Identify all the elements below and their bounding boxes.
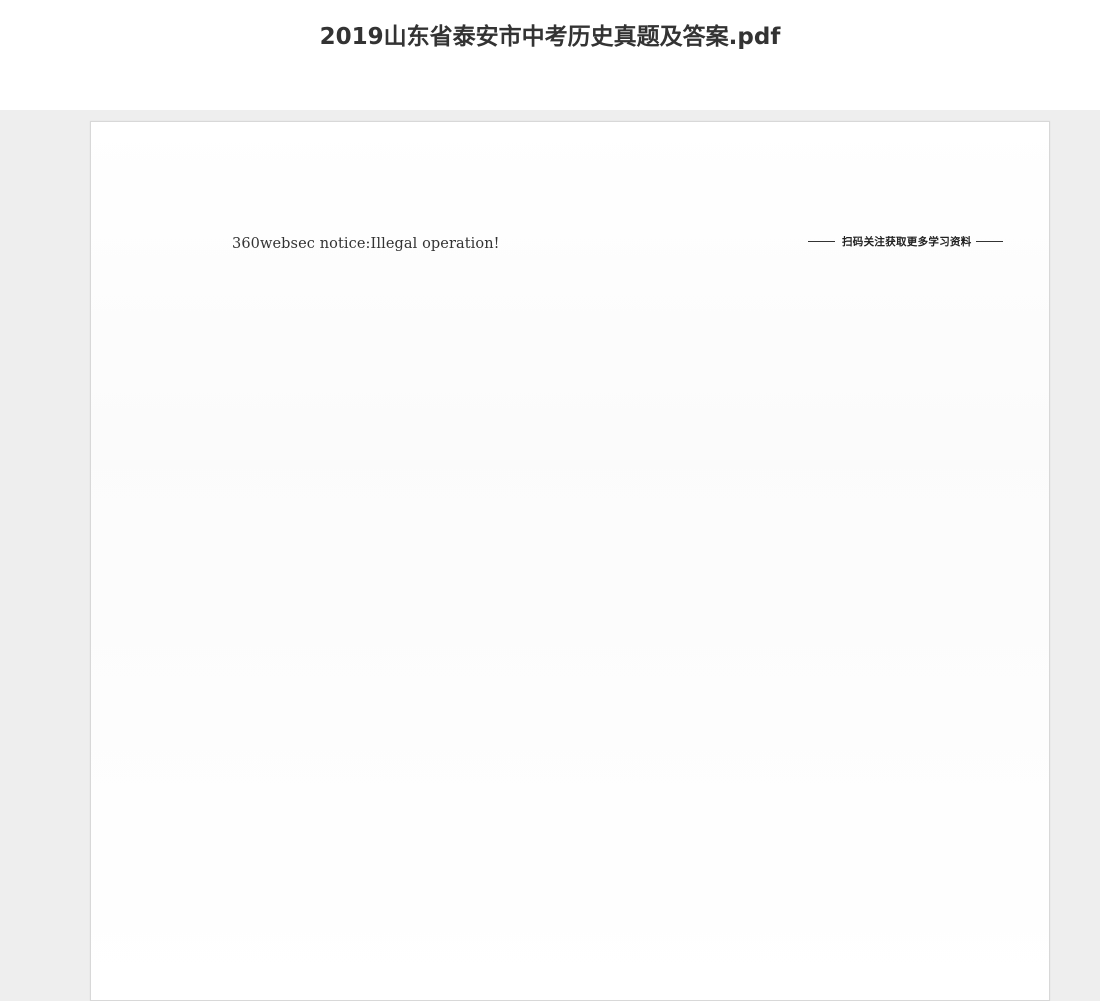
security-notice: 360websec notice:Illegal operation! (232, 236, 500, 252)
page-header-banner: 扫码关注获取更多学习资料 (808, 232, 1025, 250)
banner-line-left (808, 240, 835, 242)
document-title: 2019山东省泰安市中考历史真题及答案.pdf (319, 24, 781, 50)
banner-line-right (975, 240, 1003, 242)
banner-text: 扫码关注获取更多学习资料 (842, 235, 972, 248)
title-bar: 2019山东省泰安市中考历史真题及答案.pdf (0, 0, 1100, 110)
document-viewer[interactable]: 360websec notice:Illegal operation! 扫码关注… (0, 110, 1100, 1001)
document-page: 360websec notice:Illegal operation! 扫码关注… (90, 121, 1050, 1001)
